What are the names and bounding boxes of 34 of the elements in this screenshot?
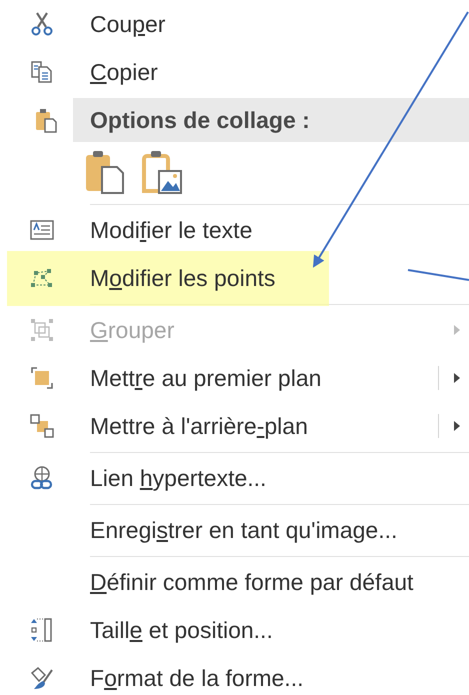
menu-item-label: Grouper	[90, 316, 174, 343]
menu-item-label: Lien hypertexte...	[90, 464, 266, 491]
menu-item[interactable]: Modifier les points	[0, 254, 469, 302]
menu-item[interactable]: Taille et position...	[0, 606, 469, 654]
menu-item-label: Couper	[90, 10, 166, 37]
annotation-line	[408, 269, 469, 281]
menu-item-label: Copier	[90, 58, 158, 85]
menu-item[interactable]: Couper	[0, 0, 469, 48]
scissors-icon	[29, 11, 55, 37]
menu-item[interactable]: Copier	[0, 48, 469, 96]
format-shape-icon	[29, 665, 55, 691]
menu-item[interactable]: Enregistrer en tant qu'image...	[0, 506, 469, 554]
size-position-icon	[29, 617, 55, 643]
menu-item-label: Mettre au premier plan	[90, 364, 322, 391]
paste-icon	[34, 107, 60, 133]
copy-icon	[29, 59, 55, 85]
menu-item[interactable]: Lien hypertexte...	[0, 454, 469, 502]
menu-item[interactable]: Modifier le texte	[0, 206, 469, 254]
menu-item-label: Enregistrer en tant qu'image...	[90, 516, 398, 543]
menu-item[interactable]: Mettre à l'arrière-plan	[0, 402, 469, 450]
send-backward-icon	[29, 413, 55, 439]
menu-item-label: Modifier le texte	[90, 216, 252, 243]
menu-item-label: Mettre à l'arrière-plan	[90, 412, 308, 439]
menu-item[interactable]: Définir comme forme par défaut	[0, 558, 469, 606]
bring-forward-icon	[29, 365, 55, 391]
menu-item[interactable]: Mettre au premier plan	[0, 354, 469, 402]
group-icon	[29, 317, 55, 343]
menu-item-label: Définir comme forme par défaut	[90, 568, 414, 595]
link-icon	[29, 465, 55, 491]
menu-item-label: Taille et position...	[90, 616, 273, 643]
menu-item[interactable]: Format de la forme...	[0, 654, 469, 695]
menu-item-label: Modifier les points	[90, 264, 276, 291]
menu-item-label: Format de la forme...	[90, 664, 304, 691]
section-header: Options de collage :	[73, 98, 469, 142]
